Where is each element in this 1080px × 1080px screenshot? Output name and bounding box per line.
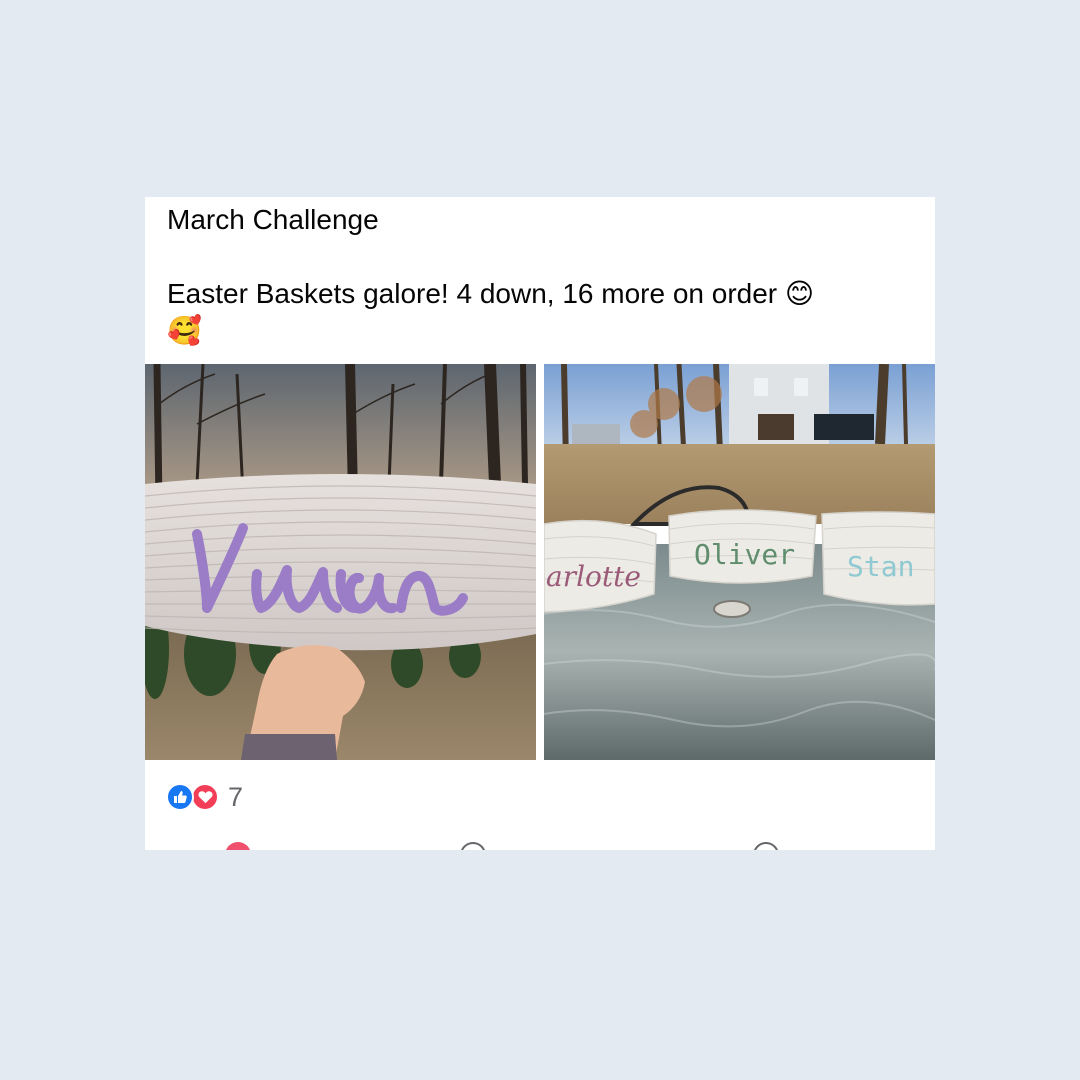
photo-three-baskets[interactable]: arlotte Oliver Stan	[544, 364, 935, 760]
reaction-summary[interactable]: 7	[166, 781, 243, 813]
post-text: March Challenge Easter Baskets galore! 4…	[167, 201, 907, 349]
like-action-icon[interactable]	[225, 842, 251, 850]
share-action-icon[interactable]	[753, 842, 779, 850]
vivian-basket-image	[145, 364, 536, 760]
post-title: March Challenge	[167, 204, 379, 235]
thumbs-up-glyph	[174, 791, 187, 803]
comment-action-icon[interactable]	[460, 842, 486, 850]
smiling-face-emoji: 😊	[784, 277, 815, 310]
heart-glyph	[197, 791, 213, 804]
three-baskets-image: arlotte Oliver Stan	[544, 364, 935, 760]
action-bar	[145, 842, 935, 850]
photo-grid: arlotte Oliver Stan	[145, 364, 935, 760]
smiling-face-with-hearts-emoji: 🥰	[167, 314, 202, 347]
stan-thread-text: Stan	[847, 550, 914, 583]
reaction-count: 7	[228, 781, 244, 812]
oliver-thread-text: Oliver	[694, 538, 795, 571]
photo-vivian-basket[interactable]	[145, 364, 536, 760]
charlotte-thread-text: arlotte	[546, 560, 641, 593]
post-body: Easter Baskets galore! 4 down, 16 more o…	[167, 275, 907, 349]
post-card: March Challenge Easter Baskets galore! 4…	[145, 197, 935, 850]
like-icon	[166, 783, 194, 811]
love-icon	[191, 783, 219, 811]
post-body-text: Easter Baskets galore! 4 down, 16 more o…	[167, 278, 785, 309]
